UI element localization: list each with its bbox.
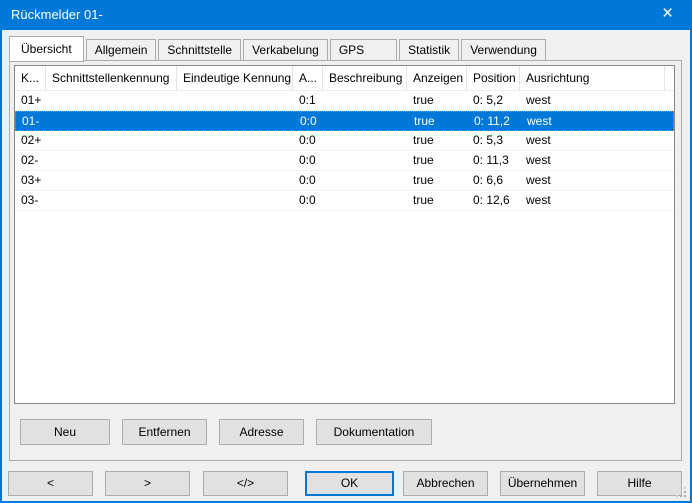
table-cell: 0:1 xyxy=(293,91,323,110)
tab-verkabelung[interactable]: Verkabelung xyxy=(243,39,328,61)
uebernehmen-button[interactable]: Übernehmen xyxy=(500,471,585,496)
table-cell xyxy=(177,171,293,190)
table-cell xyxy=(323,151,407,170)
column-header-kennung[interactable]: K... xyxy=(15,66,46,90)
table-cell: 0:0 xyxy=(293,131,323,150)
entfernen-button[interactable]: Entfernen xyxy=(122,419,207,445)
table-cell xyxy=(323,91,407,110)
tab-bar: Übersicht Allgemein Schnittstelle Verkab… xyxy=(9,34,548,61)
table-cell xyxy=(323,131,407,150)
hilfe-button[interactable]: Hilfe xyxy=(597,471,682,496)
table-cell: 0:0 xyxy=(293,151,323,170)
column-header-anzeigen[interactable]: Anzeigen xyxy=(407,66,467,90)
table-cell: true xyxy=(407,171,467,190)
dialog-body: Übersicht Allgemein Schnittstelle Verkab… xyxy=(2,30,690,501)
previous-button[interactable]: < xyxy=(8,471,93,496)
table-cell: 0: 5,3 xyxy=(467,131,520,150)
tab-statistik[interactable]: Statistik xyxy=(399,39,459,61)
table-cell xyxy=(177,191,293,210)
table-cell: 0:0 xyxy=(293,171,323,190)
neu-button[interactable]: Neu xyxy=(20,419,110,445)
next-button[interactable]: > xyxy=(105,471,190,496)
table-cell xyxy=(324,112,408,130)
feedback-table: K... Schnittstellenkennung Eindeutige Ke… xyxy=(14,65,675,404)
ok-button[interactable]: OK xyxy=(305,471,394,496)
table-cell: 03- xyxy=(15,191,46,210)
abbrechen-button[interactable]: Abbrechen xyxy=(403,471,488,496)
table-cell: true xyxy=(407,191,467,210)
table-cell xyxy=(177,91,293,110)
table-cell: true xyxy=(407,151,467,170)
window-title: Rückmelder 01- xyxy=(0,0,692,30)
tab-gps[interactable]: GPS xyxy=(330,39,397,61)
table-cell: true xyxy=(408,112,468,130)
table-cell: true xyxy=(407,131,467,150)
table-row-selected[interactable]: 01- 0:0 true 0: 11,2 west xyxy=(15,111,674,131)
table-cell: 0: 6,6 xyxy=(467,171,520,190)
table-cell: 03+ xyxy=(15,171,46,190)
table-cell: west xyxy=(521,112,666,130)
table-row[interactable]: 03- 0:0 true 0: 12,6 west xyxy=(15,191,674,211)
tab-verwendung[interactable]: Verwendung xyxy=(461,39,546,61)
resize-grip[interactable] xyxy=(684,495,686,497)
table-cell xyxy=(177,151,293,170)
tab-uebersicht[interactable]: Übersicht xyxy=(9,36,84,62)
code-view-button[interactable]: </> xyxy=(203,471,288,496)
close-icon[interactable]: × xyxy=(645,0,690,29)
table-cell: 01+ xyxy=(15,91,46,110)
title-bar[interactable]: Rückmelder 01- × xyxy=(0,0,692,30)
table-cell: 0: 12,6 xyxy=(467,191,520,210)
tab-schnittstelle[interactable]: Schnittstelle xyxy=(158,39,241,61)
table-cell: west xyxy=(520,131,665,150)
table-cell: 01- xyxy=(16,112,47,130)
table-cell: 0: 11,2 xyxy=(468,112,521,130)
table-cell xyxy=(178,112,294,130)
table-cell: 0:0 xyxy=(293,191,323,210)
table-cell: west xyxy=(520,191,665,210)
table-cell xyxy=(177,131,293,150)
table-cell: true xyxy=(407,91,467,110)
table-row[interactable]: 01+ 0:1 true 0: 5,2 west xyxy=(15,91,674,111)
tab-allgemein[interactable]: Allgemein xyxy=(86,39,157,61)
tab-page-uebersicht: K... Schnittstellenkennung Eindeutige Ke… xyxy=(9,60,682,461)
column-header-adresse[interactable]: A... xyxy=(293,66,323,90)
table-row[interactable]: 02+ 0:0 true 0: 5,3 west xyxy=(15,131,674,151)
table-cell: 02- xyxy=(15,151,46,170)
table-cell: 0: 11,3 xyxy=(467,151,520,170)
table-row[interactable]: 03+ 0:0 true 0: 6,6 west xyxy=(15,171,674,191)
column-header-eindeutige-kennung[interactable]: Eindeutige Kennung xyxy=(177,66,293,90)
table-cell xyxy=(46,91,177,110)
adresse-button[interactable]: Adresse xyxy=(219,419,304,445)
column-header-beschreibung[interactable]: Beschreibung xyxy=(323,66,407,90)
table-cell: 0: 5,2 xyxy=(467,91,520,110)
table-row[interactable]: 02- 0:0 true 0: 11,3 west xyxy=(15,151,674,171)
table-cell: west xyxy=(520,151,665,170)
table-cell xyxy=(323,171,407,190)
table-cell xyxy=(46,171,177,190)
column-header-position[interactable]: Position xyxy=(467,66,520,90)
table-cell: 0:0 xyxy=(294,112,324,130)
table-cell xyxy=(323,191,407,210)
table-cell: 02+ xyxy=(15,131,46,150)
dokumentation-button[interactable]: Dokumentation xyxy=(316,419,432,445)
column-header-schnittstellenkennung[interactable]: Schnittstellenkennung xyxy=(46,66,177,90)
table-cell xyxy=(46,151,177,170)
dialog-window: Rückmelder 01- × Übersicht Allgemein Sch… xyxy=(0,0,692,503)
column-header-ausrichtung[interactable]: Ausrichtung xyxy=(520,66,665,90)
table-cell: west xyxy=(520,171,665,190)
table-cell xyxy=(47,112,178,130)
column-header-filler xyxy=(665,66,674,90)
table-cell xyxy=(46,191,177,210)
table-header-row: K... Schnittstellenkennung Eindeutige Ke… xyxy=(15,66,674,91)
table-cell xyxy=(46,131,177,150)
table-cell: west xyxy=(520,91,665,110)
